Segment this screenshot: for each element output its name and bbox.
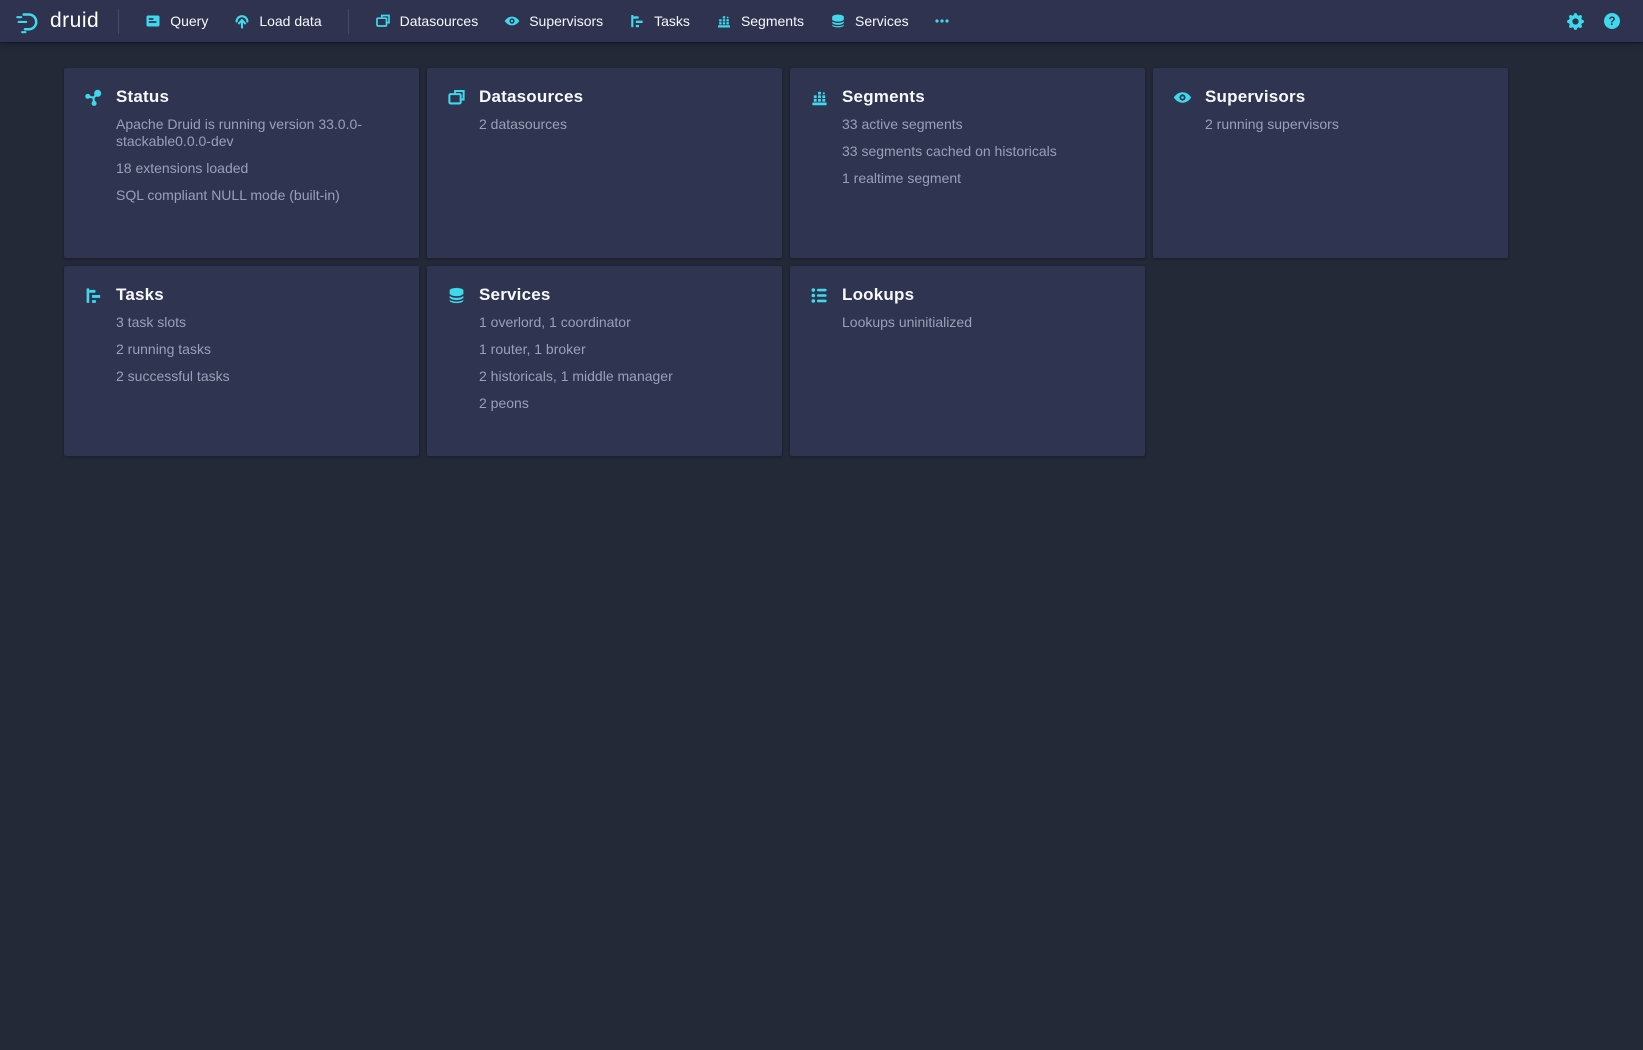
card-title: Status xyxy=(116,87,169,107)
card-title: Segments xyxy=(842,87,925,107)
navbar-divider xyxy=(118,9,119,34)
card-title: Services xyxy=(479,285,551,305)
graph-icon xyxy=(84,88,103,107)
status-line: 2 historicals, 1 middle manager xyxy=(479,368,762,385)
status-line: 2 running supervisors xyxy=(1205,116,1488,133)
navbar: druid Query Load data xyxy=(0,0,1643,42)
nav-item-query[interactable]: Query xyxy=(132,0,221,42)
status-line: 1 overlord, 1 coordinator xyxy=(479,314,762,331)
load-data-icon xyxy=(234,13,250,29)
nav-item-label: Datasources xyxy=(400,13,479,29)
card-header: Segments xyxy=(790,68,1145,116)
card-title: Tasks xyxy=(116,285,164,305)
card-body: 2 running supervisors xyxy=(1153,116,1508,133)
brand-name: druid xyxy=(50,9,99,33)
navbar-divider xyxy=(348,9,349,34)
nav-item-segments[interactable]: Segments xyxy=(703,0,817,42)
nav-item-label: Supervisors xyxy=(529,13,603,29)
nav-item-services[interactable]: Services xyxy=(817,0,922,42)
navbar-right-group: ? xyxy=(1564,10,1629,32)
supervisors-card[interactable]: Supervisors 2 running supervisors xyxy=(1153,68,1508,258)
status-line: 33 segments cached on historicals xyxy=(842,143,1125,160)
status-line: Apache Druid is running version 33.0.0-s… xyxy=(116,116,399,150)
database-icon xyxy=(447,286,466,305)
card-body: Lookups uninitialized xyxy=(790,314,1145,331)
eye-icon xyxy=(1173,88,1192,107)
card-title: Lookups xyxy=(842,285,914,305)
bar-chart-icon xyxy=(810,88,829,107)
services-card[interactable]: Services 1 overlord, 1 coordinator 1 rou… xyxy=(427,266,782,456)
database-icon xyxy=(830,13,846,29)
properties-icon xyxy=(810,286,829,305)
card-header: Lookups xyxy=(790,266,1145,314)
status-line: 1 router, 1 broker xyxy=(479,341,762,358)
card-body: 1 overlord, 1 coordinator 1 router, 1 br… xyxy=(427,314,782,412)
nav-item-tasks[interactable]: Tasks xyxy=(616,0,703,42)
eye-icon xyxy=(504,13,520,29)
help-icon: ? xyxy=(1603,12,1621,30)
status-line: SQL compliant NULL mode (built-in) xyxy=(116,187,399,204)
gantt-icon xyxy=(629,13,645,29)
status-line: 2 peons xyxy=(479,395,762,412)
card-header: Services xyxy=(427,266,782,314)
card-body: 3 task slots 2 running tasks 2 successfu… xyxy=(64,314,419,385)
status-line: 2 successful tasks xyxy=(116,368,399,385)
card-header: Datasources xyxy=(427,68,782,116)
status-line: 2 running tasks xyxy=(116,341,399,358)
home-view: Status Apache Druid is running version 3… xyxy=(0,42,1643,456)
nav-item-label: Query xyxy=(170,13,208,29)
nav-item-label: Load data xyxy=(259,13,321,29)
segments-card[interactable]: Segments 33 active segments 33 segments … xyxy=(790,68,1145,258)
card-header: Supervisors xyxy=(1153,68,1508,116)
card-body: 33 active segments 33 segments cached on… xyxy=(790,116,1145,187)
nav-item-label: Services xyxy=(855,13,909,29)
tasks-card[interactable]: Tasks 3 task slots 2 running tasks 2 suc… xyxy=(64,266,419,456)
datasources-icon xyxy=(375,13,391,29)
help-button[interactable]: ? xyxy=(1601,10,1623,32)
status-line: 18 extensions loaded xyxy=(116,160,399,177)
nav-item-load-data[interactable]: Load data xyxy=(221,0,334,42)
status-line: Lookups uninitialized xyxy=(842,314,1125,331)
card-header: Tasks xyxy=(64,266,419,314)
cards-grid: Status Apache Druid is running version 3… xyxy=(64,68,1516,456)
more-icon xyxy=(934,13,950,29)
status-line: 33 active segments xyxy=(842,116,1125,133)
nav-item-label: Segments xyxy=(741,13,804,29)
status-card[interactable]: Status Apache Druid is running version 3… xyxy=(64,68,419,258)
more-menu-button[interactable] xyxy=(922,0,962,42)
settings-button[interactable] xyxy=(1564,10,1586,32)
nav-item-supervisors[interactable]: Supervisors xyxy=(491,0,616,42)
bar-chart-icon xyxy=(716,13,732,29)
gantt-icon xyxy=(84,286,103,305)
lookups-card[interactable]: Lookups Lookups uninitialized xyxy=(790,266,1145,456)
status-line: 2 datasources xyxy=(479,116,762,133)
nav-item-datasources[interactable]: Datasources xyxy=(362,0,492,42)
card-body: 2 datasources xyxy=(427,116,782,133)
card-body: Apache Druid is running version 33.0.0-s… xyxy=(64,116,419,204)
status-line: 1 realtime segment xyxy=(842,170,1125,187)
status-line: 3 task slots xyxy=(116,314,399,331)
card-header: Status xyxy=(64,68,419,116)
query-icon xyxy=(145,13,161,29)
card-title: Datasources xyxy=(479,87,583,107)
datasources-icon xyxy=(447,88,466,107)
datasources-card[interactable]: Datasources 2 datasources xyxy=(427,68,782,258)
druid-logo-icon xyxy=(14,7,43,36)
nav-item-label: Tasks xyxy=(654,13,690,29)
svg-text:?: ? xyxy=(1608,16,1615,28)
druid-logo[interactable]: druid xyxy=(14,7,99,36)
card-title: Supervisors xyxy=(1205,87,1305,107)
gear-icon xyxy=(1567,13,1584,30)
